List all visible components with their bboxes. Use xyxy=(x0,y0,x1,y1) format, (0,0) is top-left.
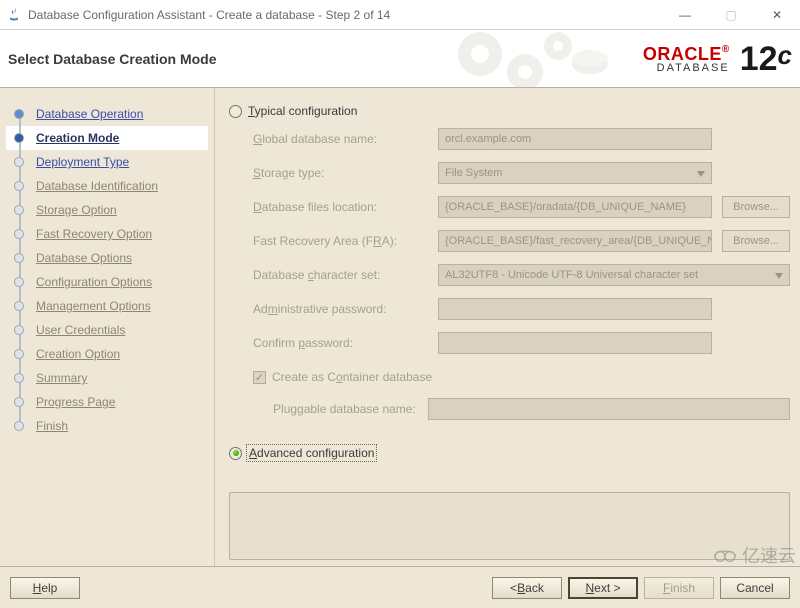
sidebar-step-creation-mode[interactable]: Creation Mode xyxy=(6,126,208,150)
sidebar-step-database-operation[interactable]: Database Operation xyxy=(6,102,208,126)
step-bullet-icon xyxy=(14,229,24,239)
input-fra: {ORACLE_BASE}/fast_recovery_area/{DB_UNI… xyxy=(438,230,712,252)
message-area xyxy=(229,492,790,560)
maximize-button: ▢ xyxy=(708,0,754,30)
step-label: User Credentials xyxy=(36,323,125,337)
sidebar-step-deployment-type[interactable]: Deployment Type xyxy=(6,150,208,174)
label-global-db: Global database name: xyxy=(253,132,428,146)
label-confirm-password: Confirm password: xyxy=(253,336,428,350)
page-title: Select Database Creation Mode xyxy=(8,51,217,67)
step-label: Storage Option xyxy=(36,203,117,217)
sidebar-step-configuration-options: Configuration Options xyxy=(6,270,208,294)
label-fra: Fast Recovery Area (FRA): xyxy=(253,234,428,248)
typical-config-form: Global database name: orcl.example.com S… xyxy=(253,128,790,354)
sidebar-step-management-options: Management Options xyxy=(6,294,208,318)
banner: Select Database Creation Mode ORACLE® DA… xyxy=(0,30,800,88)
oracle-logo: ORACLE® DATABASE 12c xyxy=(590,30,800,88)
radio-typical-label: Typical configuration xyxy=(248,104,357,118)
close-button[interactable]: ✕ xyxy=(754,0,800,30)
step-bullet-icon xyxy=(14,109,24,119)
minimize-button[interactable]: — xyxy=(662,0,708,30)
label-charset: Database character set: xyxy=(253,268,428,282)
help-button[interactable]: Help xyxy=(10,577,80,599)
sidebar-step-database-identification: Database Identification xyxy=(6,174,208,198)
step-bullet-icon xyxy=(14,325,24,335)
step-label: Finish xyxy=(36,419,68,433)
step-bullet-icon xyxy=(14,133,24,143)
sidebar-step-storage-option: Storage Option xyxy=(6,198,208,222)
step-list: Database Operation Creation Mode Deploymen… xyxy=(6,102,208,438)
window-title: Database Configuration Assistant - Creat… xyxy=(28,8,662,22)
radio-icon xyxy=(229,105,242,118)
input-pdb-name xyxy=(428,398,790,420)
step-label: Database Options xyxy=(36,251,132,265)
content-area: Database Operation Creation Mode Deploymen… xyxy=(0,88,800,566)
finish-button: Finish xyxy=(644,577,714,599)
step-label: Creation Option xyxy=(36,347,120,361)
sidebar-step-progress-page: Progress Page xyxy=(6,390,208,414)
input-global-db: orcl.example.com xyxy=(438,128,712,150)
input-confirm-password xyxy=(438,332,712,354)
checkbox-container-db: ✓ xyxy=(253,371,266,384)
step-label: Progress Page xyxy=(36,395,115,409)
java-icon xyxy=(6,7,22,23)
browse-files-location-button: Browse... xyxy=(722,196,790,218)
sidebar-step-finish: Finish xyxy=(6,414,208,438)
sidebar-step-database-options: Database Options xyxy=(6,246,208,270)
step-bullet-icon xyxy=(14,181,24,191)
label-admin-password: Administrative password: xyxy=(253,302,428,316)
browse-fra-button: Browse... xyxy=(722,230,790,252)
step-label: Fast Recovery Option xyxy=(36,227,152,241)
step-bullet-icon xyxy=(14,253,24,263)
step-label: Deployment Type xyxy=(36,155,129,169)
select-charset: AL32UTF8 - Unicode UTF-8 Universal chara… xyxy=(438,264,790,286)
window-controls: — ▢ ✕ xyxy=(662,0,800,30)
step-label: Database Operation xyxy=(36,107,143,121)
step-label: Creation Mode xyxy=(36,131,119,145)
radio-icon xyxy=(229,447,242,460)
checkbox-container-db-label: Create as Container database xyxy=(272,370,432,384)
step-label: Summary xyxy=(36,371,87,385)
step-bullet-icon xyxy=(14,301,24,311)
step-label: Configuration Options xyxy=(36,275,152,289)
label-pdb-name: Pluggable database name: xyxy=(273,402,428,416)
label-storage-type: Storage type: xyxy=(253,166,428,180)
back-button[interactable]: < Back xyxy=(492,577,562,599)
checkbox-container-db-row: ✓ Create as Container database xyxy=(253,370,790,384)
step-bullet-icon xyxy=(14,277,24,287)
next-button[interactable]: Next > xyxy=(568,577,638,599)
sidebar-step-fast-recovery-option: Fast Recovery Option xyxy=(6,222,208,246)
step-bullet-icon xyxy=(14,205,24,215)
sidebar-step-summary: Summary xyxy=(6,366,208,390)
sidebar: Database Operation Creation Mode Deploymen… xyxy=(0,88,215,566)
radio-advanced-config[interactable]: Advanced configuration xyxy=(229,442,790,464)
step-label: Database Identification xyxy=(36,179,158,193)
title-bar: Database Configuration Assistant - Creat… xyxy=(0,0,800,30)
sidebar-step-user-credentials: User Credentials xyxy=(6,318,208,342)
radio-typical-config[interactable]: Typical configuration xyxy=(229,100,790,122)
step-bullet-icon xyxy=(14,373,24,383)
select-storage-type: File System xyxy=(438,162,712,184)
step-bullet-icon xyxy=(14,397,24,407)
step-bullet-icon xyxy=(14,421,24,431)
pdb-name-row: Pluggable database name: xyxy=(273,398,790,420)
sidebar-step-creation-option: Creation Option xyxy=(6,342,208,366)
radio-advanced-label: Advanced configuration xyxy=(248,446,375,460)
step-bullet-icon xyxy=(14,349,24,359)
input-admin-password xyxy=(438,298,712,320)
form-panel: Typical configuration Global database na… xyxy=(215,88,800,566)
label-files-location: Database files location: xyxy=(253,200,428,214)
footer: Help < Back Next > Finish Cancel xyxy=(0,566,800,608)
cancel-button[interactable]: Cancel xyxy=(720,577,790,599)
step-bullet-icon xyxy=(14,157,24,167)
input-files-location: {ORACLE_BASE}/oradata/{DB_UNIQUE_NAME} xyxy=(438,196,712,218)
step-label: Management Options xyxy=(36,299,151,313)
